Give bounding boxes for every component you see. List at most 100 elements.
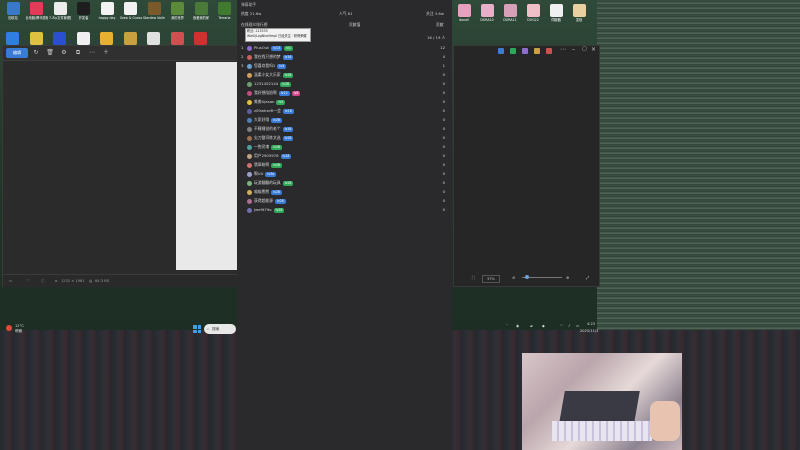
weather-widget[interactable]: 12°C 晴朗 xyxy=(6,324,32,336)
more-icon[interactable]: ⋯ xyxy=(560,46,566,53)
desktop-shortcut[interactable]: 我爱我的家 xyxy=(190,2,212,32)
desktop-shortcut-icon[interactable] xyxy=(100,32,113,45)
tray-app3-icon[interactable]: ◆ xyxy=(542,324,545,328)
app-icon xyxy=(572,4,586,17)
viewer-row[interactable]: 1 PlusOuli lv13 lv1 12 xyxy=(241,43,449,52)
viewer-score: 0 xyxy=(442,162,445,167)
desktop-shortcut[interactable]: DOG22 xyxy=(522,4,544,34)
viewer-row[interactable]: 1231452144 lv28 0 xyxy=(241,79,449,88)
tray-app2-icon[interactable]: ▰ xyxy=(530,324,533,328)
desktop-shortcut[interactable]: 发烧 xyxy=(568,4,590,34)
desktop-shortcut-icon[interactable] xyxy=(6,32,19,45)
avatar xyxy=(247,180,252,186)
more-icon[interactable]: ⋯ xyxy=(88,49,96,57)
viewer-row[interactable]: 2 我在找只想的梦 lv16 4 xyxy=(241,52,449,61)
delete-icon[interactable] xyxy=(546,48,552,54)
avatar xyxy=(247,144,252,150)
viewer-row[interactable]: 美美Ujasan lv5 0 xyxy=(241,97,449,106)
viewer-row[interactable]: 翡翠粉啊 lv28 0 xyxy=(241,160,449,169)
zoom-level[interactable]: 57% xyxy=(482,275,500,283)
crop-icon[interactable]: ⧉ xyxy=(74,49,82,57)
desktop-shortcut[interactable]: Stardew Valley xyxy=(143,2,165,32)
fan-badge: lv1 xyxy=(284,45,293,51)
desktop-shortcut[interactable]: 回收站 xyxy=(2,2,24,32)
desktop-shortcut[interactable]: DORA10 xyxy=(476,4,498,34)
volume-icon[interactable]: ♪ xyxy=(568,324,570,328)
desktop-shortcut-label: 我爱我的家 xyxy=(193,16,209,20)
close-icon[interactable]: × xyxy=(591,46,596,53)
desktop-shortcut-icon[interactable] xyxy=(194,32,207,45)
desktop-shortcut[interactable]: 7-Zip文件管理器 xyxy=(49,2,71,32)
edit-tool-button[interactable]: 编辑 xyxy=(6,48,28,58)
favorite-icon[interactable] xyxy=(534,48,540,54)
desktop-shortcut-icon[interactable] xyxy=(76,32,90,45)
desktop-shortcut-icon[interactable] xyxy=(29,32,43,45)
app-icon xyxy=(457,4,471,17)
app-icon xyxy=(171,2,184,15)
viewer-row[interactable]: 我好想陪陪啊 lv12 lv8 0 xyxy=(241,88,449,97)
desktop-shortcut-icon[interactable] xyxy=(170,32,184,45)
viewer-row[interactable]: 3 您喜欢我吗2 lv4 1 xyxy=(241,61,449,70)
heart-icon[interactable]: ♡ xyxy=(27,275,30,287)
wifi-icon[interactable]: ◠ xyxy=(560,324,563,328)
delete-icon[interactable]: 🗑 xyxy=(46,49,54,57)
viewer-name: 用户2905976 xyxy=(254,153,279,158)
taskbar-search[interactable]: ⌕ 搜索 xyxy=(204,324,236,334)
maximize-icon[interactable]: ▢ xyxy=(582,46,587,52)
viewer-row[interactable]: 尖刀整司练文选 lv28 0 xyxy=(241,133,449,142)
desktop-shortcut[interactable]: Terraria xyxy=(214,2,236,32)
desktop-shortcut[interactable]: 伺服器 xyxy=(545,4,567,34)
viewer-row[interactable]: 温柔小女大乐家 lv28 0 xyxy=(241,70,449,79)
desktop-shortcut[interactable]: DORA11 xyxy=(499,4,521,34)
viewer-row[interactable]: 获得超能源 lv28 0 xyxy=(241,196,449,205)
level-badge: lv28 xyxy=(282,180,294,186)
battery-icon[interactable]: ▭ xyxy=(576,324,579,328)
rotate-icon[interactable] xyxy=(522,48,528,54)
level-badge: lv28 xyxy=(274,198,286,204)
share-icon[interactable] xyxy=(498,48,504,54)
viewer-row[interactable]: 大家好哦 lv28 0 xyxy=(241,115,449,124)
desktop-shortcut[interactable]: donell xyxy=(453,4,475,34)
minimize-icon[interactable]: – xyxy=(572,46,575,53)
zoom-out-icon[interactable]: ⊖ xyxy=(512,272,515,284)
editor-status-bar: ▭ ♡ ⓘ ⧈ 1232 × 1961 ▤ 64.3 KB xyxy=(3,274,237,287)
desktop-icons-row-2 xyxy=(2,32,238,46)
edit-icon[interactable] xyxy=(510,48,516,54)
windows-start-icon[interactable] xyxy=(193,325,201,333)
rotate-icon[interactable]: ↻ xyxy=(32,49,40,57)
desktop-shortcut[interactable]: 我的世界 xyxy=(167,2,189,32)
viewer-row[interactable]: 啊UU lv3a 0 xyxy=(241,169,449,178)
desktop-shortcut-icon[interactable] xyxy=(147,32,160,45)
fit-icon[interactable]: ⛶ xyxy=(472,272,475,284)
desktop-shortcut-icon[interactable] xyxy=(123,32,137,45)
add-icon[interactable]: ＋ xyxy=(102,49,110,57)
image-dimensions-icon: ⧈ xyxy=(55,279,58,283)
clock-date[interactable]: 2025/11/3 xyxy=(580,329,598,333)
app-icon xyxy=(526,4,540,17)
desktop-shortcut[interactable]: Draw & Guess - 你... xyxy=(120,2,142,32)
tray-app-icon[interactable]: ◉ xyxy=(516,324,519,328)
tray-chevron-icon[interactable]: ˄ xyxy=(506,324,508,328)
desktop-shortcut[interactable]: happy day xyxy=(96,2,118,32)
clock-time[interactable]: 4:23 xyxy=(587,322,595,326)
fullscreen-icon[interactable]: ⤢ xyxy=(586,272,589,284)
viewer-row[interactable]: 喵喵熊熊 lv28 0 xyxy=(241,187,449,196)
viewer-row[interactable]: 用户2905976 lv28 0 xyxy=(241,151,449,160)
level-badge: lv16 xyxy=(282,108,294,114)
desktop-shortcut[interactable]: 此电脑/腾讯视频 xyxy=(26,2,48,32)
settings-icon[interactable]: ⚙ xyxy=(60,49,68,57)
keyboard xyxy=(552,421,652,441)
zoom-slider-handle[interactable] xyxy=(525,275,529,279)
info-icon[interactable]: ⓘ xyxy=(41,275,45,287)
viewer-row[interactable]: 玩游翻翻的玩具 lv28 0 xyxy=(241,178,449,187)
viewer-row[interactable]: z09whzeR一会 lv16 0 xyxy=(241,106,449,115)
desktop-shortcut[interactable]: 开发者 xyxy=(73,2,95,32)
monitor-icon[interactable]: ▭ xyxy=(9,275,12,287)
viewer-score: 0 xyxy=(442,81,445,86)
viewer-row[interactable]: jwe9t79o lv28 0 xyxy=(241,205,449,214)
viewer-row[interactable]: 不睡睡觉的老个 lv16 0 xyxy=(241,124,449,133)
zoom-in-icon[interactable]: ⊕ xyxy=(566,272,569,284)
viewer-row[interactable]: 一抱灵魂 lv28 0 xyxy=(241,142,449,151)
desktop-shortcut-icon[interactable] xyxy=(53,32,66,45)
image-canvas[interactable] xyxy=(176,62,237,270)
